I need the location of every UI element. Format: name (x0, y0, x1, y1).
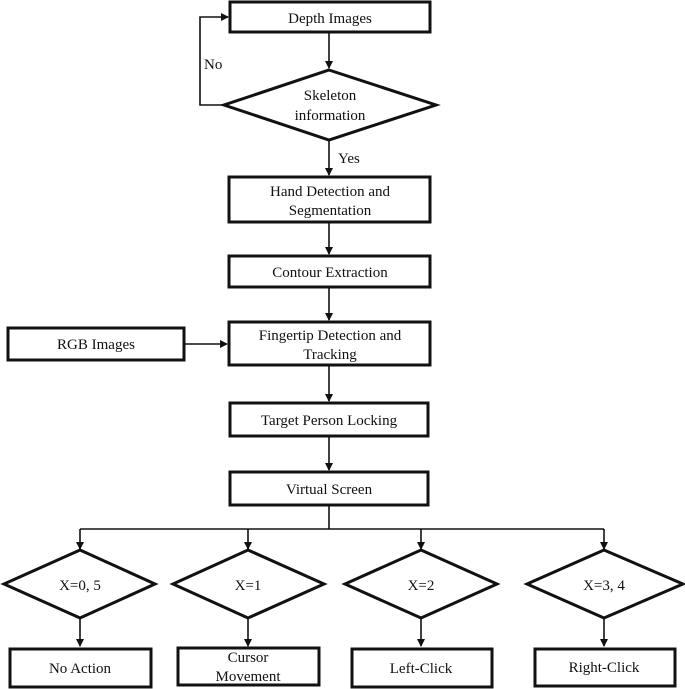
node-skeleton-decision: Skeleton information (219, 68, 441, 142)
node-depth-images: Depth Images (228, 0, 432, 34)
node-label: X=0, 5 (59, 578, 101, 594)
node-label: Depth Images (288, 11, 372, 27)
node-label: Cursor (228, 650, 269, 666)
node-label: Right-Click (569, 660, 640, 676)
node-label: Target Person Locking (261, 413, 398, 429)
node-cursor-movement: Cursor Movement (176, 646, 321, 687)
node-hand-detection: Hand Detection and Segmentation (227, 175, 432, 224)
node-label: Fingertip Detection and (259, 328, 402, 344)
node-target-person-locking: Target Person Locking (228, 401, 430, 438)
node-label: information (295, 108, 366, 124)
node-label: No Action (49, 661, 112, 677)
node-label: Hand Detection and (270, 184, 390, 200)
node-label: Virtual Screen (286, 482, 373, 498)
node-decision-x34: X=3, 4 (523, 548, 685, 620)
node-label: Skeleton (304, 88, 357, 104)
node-virtual-screen: Virtual Screen (228, 470, 430, 507)
node-label: Movement (216, 669, 282, 685)
node-decision-x2: X=2 (341, 548, 501, 620)
node-label: X=2 (408, 578, 435, 594)
node-label: Contour Extraction (272, 265, 388, 281)
edge-label-yes: Yes (338, 151, 360, 167)
node-label: X=3, 4 (583, 578, 625, 594)
edge-label-no: No (204, 57, 222, 73)
node-decision-x05: X=0, 5 (0, 548, 159, 620)
node-label: X=1 (235, 578, 262, 594)
node-left-click: Left-Click (350, 647, 494, 689)
node-label: RGB Images (57, 337, 135, 353)
node-contour-extraction: Contour Extraction (227, 254, 432, 289)
node-label: Tracking (303, 347, 357, 363)
node-no-action: No Action (8, 647, 153, 689)
flowchart: No Yes Depth Images Skeleton information… (0, 0, 685, 689)
node-decision-x1: X=1 (169, 548, 328, 620)
node-right-click: Right-Click (533, 647, 677, 688)
node-label: Left-Click (390, 661, 453, 677)
node-label: Segmentation (289, 203, 372, 219)
node-rgb-images: RGB Images (6, 326, 186, 362)
node-fingertip-detection: Fingertip Detection and Tracking (227, 320, 432, 367)
